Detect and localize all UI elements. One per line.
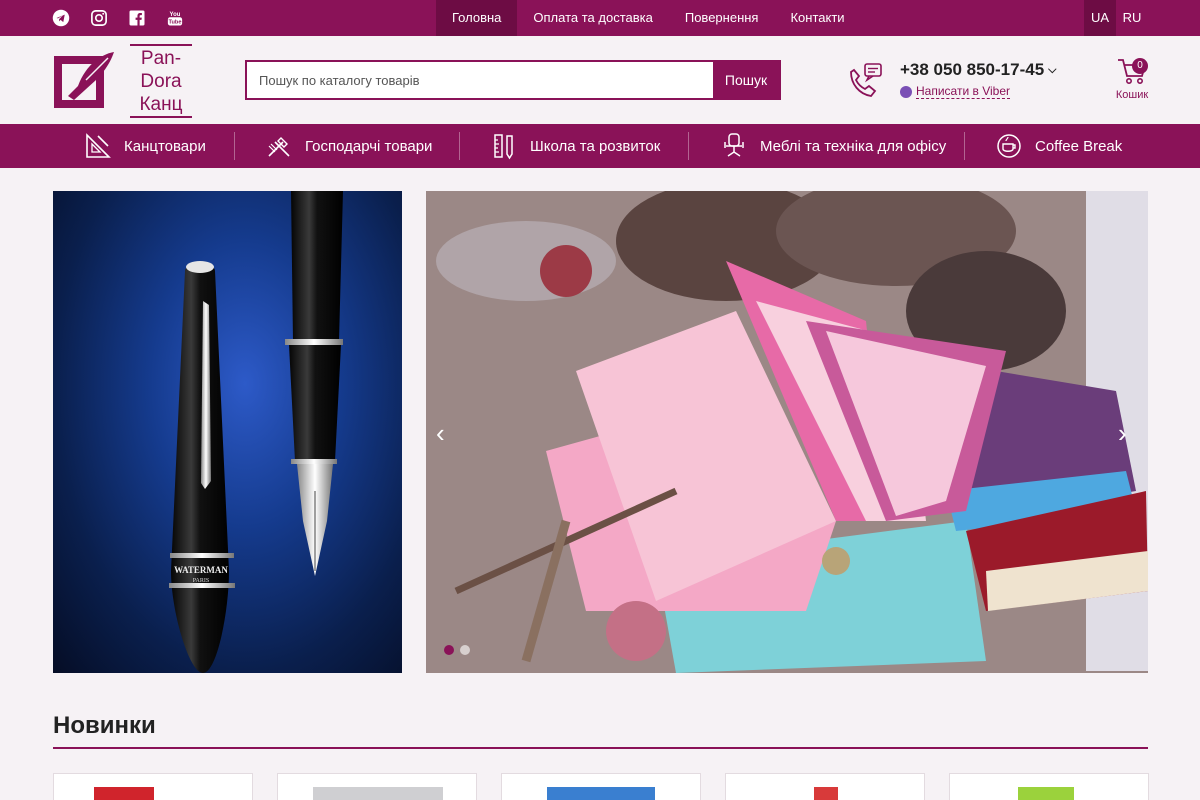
logo-line-1: Pan-: [140, 48, 182, 69]
facebook-icon[interactable]: [128, 9, 146, 27]
category-label: Канцтовари: [124, 137, 206, 155]
category-divider: [688, 132, 689, 160]
svg-text:Tube: Tube: [169, 20, 182, 26]
top-bar: You Tube Головна Оплата та доставка Повер…: [0, 0, 1200, 36]
product-card[interactable]: [53, 773, 253, 800]
slider-next-arrow[interactable]: ›: [1118, 420, 1138, 446]
product-card[interactable]: [949, 773, 1149, 800]
category-coffee-break[interactable]: Coffee Break: [995, 124, 1122, 168]
category-label: Меблі та техніка для офісу: [760, 137, 947, 155]
search-input[interactable]: [247, 62, 713, 98]
social-links: You Tube: [52, 9, 184, 27]
category-label: Господарчі товари: [305, 137, 433, 155]
nav-home[interactable]: Головна: [436, 0, 518, 36]
logo-line-3: Канц: [139, 94, 183, 115]
nav-payment-delivery[interactable]: Оплата та доставка: [517, 0, 668, 36]
pen-brand-subtext: PARIS: [193, 578, 209, 584]
language-switcher: UA RU: [1084, 0, 1148, 36]
category-school[interactable]: Школа та розвиток: [490, 124, 660, 168]
logo-quill-icon[interactable]: [52, 50, 116, 112]
search-button[interactable]: Пошук: [713, 62, 779, 98]
category-divider: [234, 132, 235, 160]
category-bar: Канцтовари Господарчі товари Школа та ро…: [0, 124, 1200, 168]
product-card[interactable]: [501, 773, 701, 800]
slider-prev-arrow[interactable]: ‹: [436, 420, 456, 446]
site-header: Pan- Dora Канц Пошук +38 050 850-17-45⌵ …: [0, 36, 1200, 124]
category-label: Школа та розвиток: [530, 137, 661, 155]
slider-dots: [444, 645, 470, 655]
phone-chat-icon: [850, 63, 882, 97]
product-image: [814, 787, 838, 800]
svg-text:You: You: [170, 12, 181, 18]
office-chair-icon: [724, 133, 744, 157]
cart-label: Кошик: [1115, 89, 1149, 101]
viber-link[interactable]: Написати в Viber: [900, 84, 1010, 99]
slide-image: [426, 191, 1148, 673]
product-image: [1018, 787, 1074, 800]
cart-count-badge: 0: [1132, 58, 1148, 74]
product-image: [547, 787, 655, 800]
slider-dot[interactable]: [444, 645, 454, 655]
slider-dot[interactable]: [460, 645, 470, 655]
phone-text: +38 050 850-17-45: [900, 60, 1045, 79]
pen-brand-text: WATERMAN: [174, 565, 228, 575]
nav-returns[interactable]: Повернення: [669, 0, 775, 36]
youtube-icon[interactable]: You Tube: [166, 9, 184, 27]
promo-banner-pens[interactable]: WATERMAN PARIS: [53, 191, 402, 673]
hero-slider[interactable]: ‹ ›: [426, 191, 1148, 673]
instagram-icon[interactable]: [90, 9, 108, 27]
ruler-triangle-icon: [86, 133, 111, 158]
search-form: Пошук: [245, 60, 781, 100]
product-card[interactable]: [725, 773, 925, 800]
category-stationery[interactable]: Канцтовари: [84, 124, 206, 168]
telegram-icon[interactable]: [52, 9, 70, 27]
product-card[interactable]: [277, 773, 477, 800]
category-divider: [459, 132, 460, 160]
category-household[interactable]: Господарчі товари: [265, 124, 432, 168]
nav-contacts[interactable]: Контакти: [774, 0, 860, 36]
category-office-furniture[interactable]: Меблі та техніка для офісу: [720, 124, 946, 168]
logo-text[interactable]: Pan- Dora Канц: [130, 44, 192, 118]
cleaning-tools-icon: [268, 137, 290, 157]
section-title-new: Новинки: [53, 712, 156, 739]
product-image: [94, 787, 154, 800]
viber-label: Написати в Viber: [916, 84, 1010, 99]
lang-ru[interactable]: RU: [1116, 0, 1148, 36]
ruler-pencil-icon: [494, 134, 513, 160]
lang-ua[interactable]: UA: [1084, 0, 1116, 36]
coffee-cup-icon: [997, 134, 1021, 158]
viber-icon: [900, 85, 912, 98]
cart-button[interactable]: 0 Кошик: [1110, 56, 1154, 104]
pens-image: WATERMAN PARIS: [169, 191, 343, 673]
phone-number[interactable]: +38 050 850-17-45 ⌵: [900, 60, 1057, 80]
section-divider: [53, 747, 1148, 749]
chevron-down-icon[interactable]: ⌵: [1048, 64, 1056, 77]
category-divider: [964, 132, 965, 160]
logo-line-2: Dora: [140, 71, 182, 92]
product-image: [313, 787, 443, 800]
top-nav: Головна Оплата та доставка Повернення Ко…: [436, 0, 861, 36]
category-label: Coffee Break: [1035, 137, 1123, 155]
